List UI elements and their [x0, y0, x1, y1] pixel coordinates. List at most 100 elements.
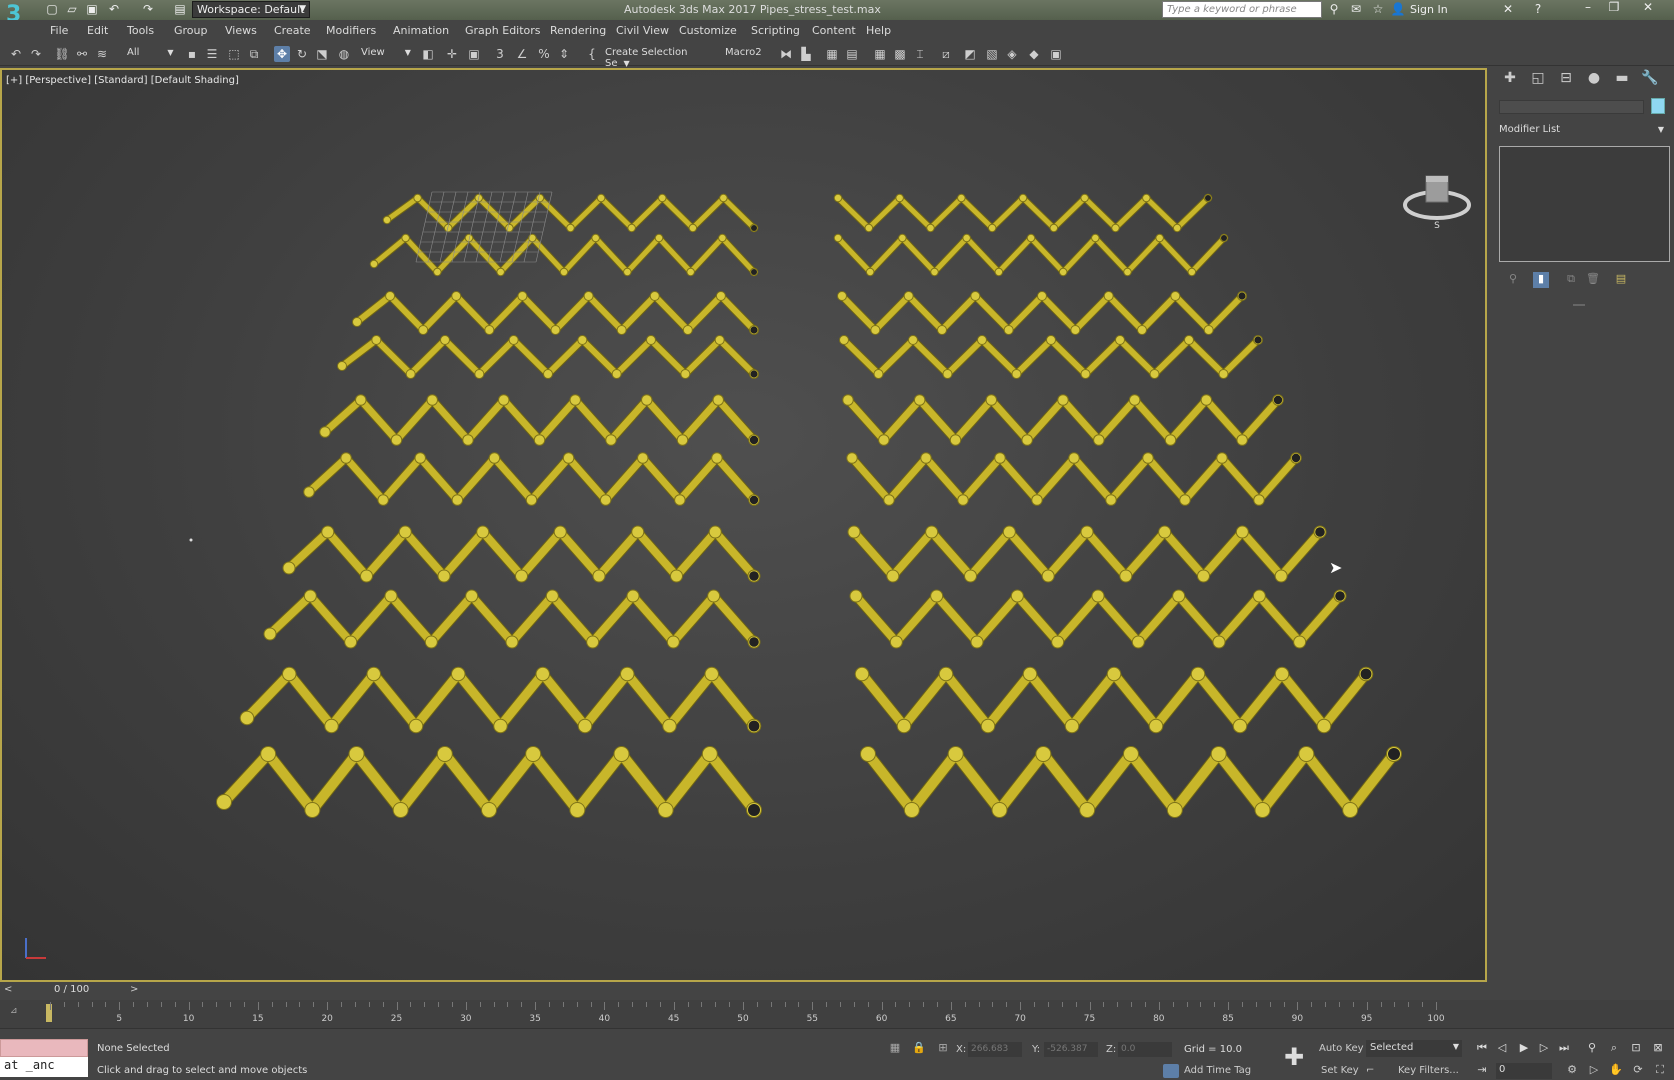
zoom-icon[interactable]: ⚲ [1584, 1041, 1600, 1057]
selection-lock-icon[interactable]: 🔒 [912, 1041, 926, 1055]
new-file-icon[interactable]: ▢ [44, 2, 60, 17]
sign-in-link[interactable]: Sign In [1410, 3, 1448, 16]
object-name-field[interactable] [1499, 100, 1644, 114]
remove-modifier-icon[interactable]: 🗑 [1585, 272, 1601, 288]
spinner-snap-icon[interactable]: ⇕ [556, 46, 572, 62]
zoom-extents-all-icon[interactable]: ⊠ [1650, 1041, 1666, 1057]
menu-animation[interactable]: Animation [393, 24, 449, 37]
selection-filter-dropdown[interactable]: All ▼ [124, 45, 180, 63]
menu-customize[interactable]: Customize [679, 24, 737, 37]
select-and-place-icon[interactable]: ◍ [336, 46, 352, 62]
keyboard-shortcut-override-icon[interactable]: ▣ [466, 46, 482, 62]
pipe-array-scene[interactable] [2, 70, 1485, 980]
align-icon[interactable]: ▙ [798, 46, 814, 62]
help-icon[interactable]: ? [1530, 2, 1546, 17]
menu-content[interactable]: Content [812, 24, 856, 37]
open-file-icon[interactable]: ▱ [64, 2, 80, 17]
select-and-rotate-icon[interactable]: ↻ [294, 46, 310, 62]
zoom-all-icon[interactable]: ⌕ [1606, 1041, 1622, 1057]
make-unique-icon[interactable]: ⧉ [1563, 272, 1579, 288]
scene-explorer-icon[interactable]: ▦ [824, 46, 840, 62]
y-coordinate-field[interactable]: -526.387 [1044, 1042, 1098, 1057]
select-by-name-icon[interactable]: ☰ [204, 46, 220, 62]
redo-icon[interactable]: ↷ [140, 2, 156, 17]
favorites-star-icon[interactable]: ☆ [1370, 2, 1386, 17]
rectangular-selection-icon[interactable]: ⬚ [226, 46, 242, 62]
z-coordinate-field[interactable]: 0.0 [1118, 1042, 1172, 1057]
time-slider[interactable]: < 0 / 100 > [0, 982, 1674, 1000]
pan-view-icon[interactable]: ✋ [1608, 1063, 1624, 1079]
maximize-viewport-icon[interactable]: ⛶ [1652, 1063, 1668, 1079]
orbit-icon[interactable]: ⟳ [1630, 1063, 1646, 1079]
display-tab-icon[interactable]: ▬ [1613, 70, 1631, 88]
select-and-move-icon[interactable]: ✥ [274, 46, 290, 62]
viewcube-icon[interactable]: S [1402, 170, 1472, 230]
show-end-result-icon[interactable]: ▮ [1533, 272, 1549, 288]
select-object-icon[interactable]: ▪ [184, 46, 200, 62]
track-bar[interactable]: ⊿ 5 10 15 20 25 30 35 40 45 50 55 60 65 70 75 80 85 90 95 1… [0, 1000, 1674, 1028]
time-slider-next-button[interactable]: > [130, 984, 138, 995]
binoculars-icon[interactable]: ⚲ [1326, 2, 1342, 17]
layer-explorer-icon[interactable]: ▤ [844, 46, 860, 62]
create-tab-icon[interactable]: ✚ [1501, 70, 1519, 88]
menu-group[interactable]: Group [174, 24, 208, 37]
snaps-toggle-icon[interactable]: 3 [492, 46, 508, 62]
time-configuration-icon[interactable]: ⚙ [1564, 1063, 1580, 1079]
user-icon[interactable]: 👤 [1390, 2, 1406, 17]
macro-button[interactable]: Macro2 [722, 45, 772, 63]
absolute-relative-toggle-icon[interactable]: ⊞ [936, 1041, 950, 1055]
workspace-dropdown[interactable]: Workspace: Default ▼ [192, 1, 310, 18]
search-input[interactable]: Type a keyword or phrase [1162, 1, 1322, 18]
play-icon[interactable]: ▶ [1516, 1041, 1532, 1057]
modify-tab-icon[interactable]: ◱ [1529, 70, 1547, 88]
maxscript-input[interactable]: at _anc [0, 1057, 88, 1077]
set-key-button[interactable]: Set Key [1321, 1065, 1359, 1076]
modifier-stack-list[interactable] [1499, 146, 1670, 262]
perspective-viewport[interactable]: [+] [Perspective] [Standard] [Default Sh… [0, 68, 1487, 982]
bind-space-warp-icon[interactable]: ≋ [94, 46, 110, 62]
render-online-icon[interactable]: ▣ [1048, 46, 1064, 62]
select-manipulate-icon[interactable]: ✛ [444, 46, 460, 62]
previous-frame-icon[interactable]: ◁ [1494, 1041, 1510, 1057]
menu-modifiers[interactable]: Modifiers [326, 24, 376, 37]
go-to-end-icon[interactable]: ⏭ [1556, 1041, 1572, 1057]
hierarchy-tab-icon[interactable]: ⊟ [1557, 70, 1575, 88]
object-color-swatch[interactable] [1651, 98, 1665, 114]
maxscript-listener[interactable]: at _anc [0, 1039, 88, 1079]
modifier-list-dropdown[interactable]: Modifier List ▼ [1499, 124, 1664, 140]
undo-icon[interactable]: ↶ [8, 46, 24, 62]
menu-help[interactable]: Help [866, 24, 891, 37]
minimize-button[interactable]: – [1576, 0, 1600, 18]
next-frame-icon[interactable]: ▷ [1536, 1041, 1552, 1057]
named-selection-set-dropdown[interactable]: Create Selection Se ▼ [602, 45, 706, 69]
unlink-icon[interactable]: ⚯ [74, 46, 90, 62]
configure-modifier-sets-icon[interactable]: ▤ [1613, 272, 1629, 288]
exchange-apps-icon[interactable]: ✕ [1500, 2, 1516, 17]
window-crossing-icon[interactable]: ⧉ [246, 46, 262, 62]
link-icon[interactable]: ⛓ [54, 46, 70, 62]
add-time-tag-button[interactable]: Add Time Tag [1184, 1065, 1251, 1076]
select-and-scale-icon[interactable]: ⬔ [314, 46, 330, 62]
utilities-tab-icon[interactable]: 🔧 [1641, 70, 1659, 88]
save-icon[interactable]: ▣ [84, 2, 100, 17]
redo-icon[interactable]: ↷ [28, 46, 44, 62]
key-mode-toggle-icon[interactable]: ⇥ [1474, 1063, 1490, 1079]
rendered-frame-window-icon[interactable]: ▧ [984, 46, 1000, 62]
render-iterative-icon[interactable]: ◆ [1026, 46, 1042, 62]
current-frame-field[interactable]: 0 [1496, 1063, 1552, 1079]
render-setup-icon[interactable]: ◩ [962, 46, 978, 62]
menu-edit[interactable]: Edit [87, 24, 108, 37]
undo-icon[interactable]: ↶ [106, 2, 122, 17]
menu-views[interactable]: Views [225, 24, 257, 37]
edit-named-selection-icon[interactable]: { [584, 46, 600, 62]
curve-editor-icon[interactable]: ▩ [892, 46, 908, 62]
track-bar-current-frame-handle[interactable] [46, 1004, 52, 1022]
auto-key-button[interactable]: Auto Key [1319, 1043, 1364, 1054]
reference-coordinate-dropdown[interactable]: View ▼ [358, 45, 414, 63]
zoom-extents-icon[interactable]: ⊡ [1628, 1041, 1644, 1057]
isolate-selection-icon[interactable]: ▦ [888, 1041, 902, 1055]
angle-snap-icon[interactable]: ∠ [514, 46, 530, 62]
mirror-icon[interactable]: ⧓ [778, 46, 794, 62]
maxscript-output[interactable] [0, 1039, 88, 1057]
key-selection-dropdown[interactable]: Selected ▼ [1366, 1040, 1462, 1057]
